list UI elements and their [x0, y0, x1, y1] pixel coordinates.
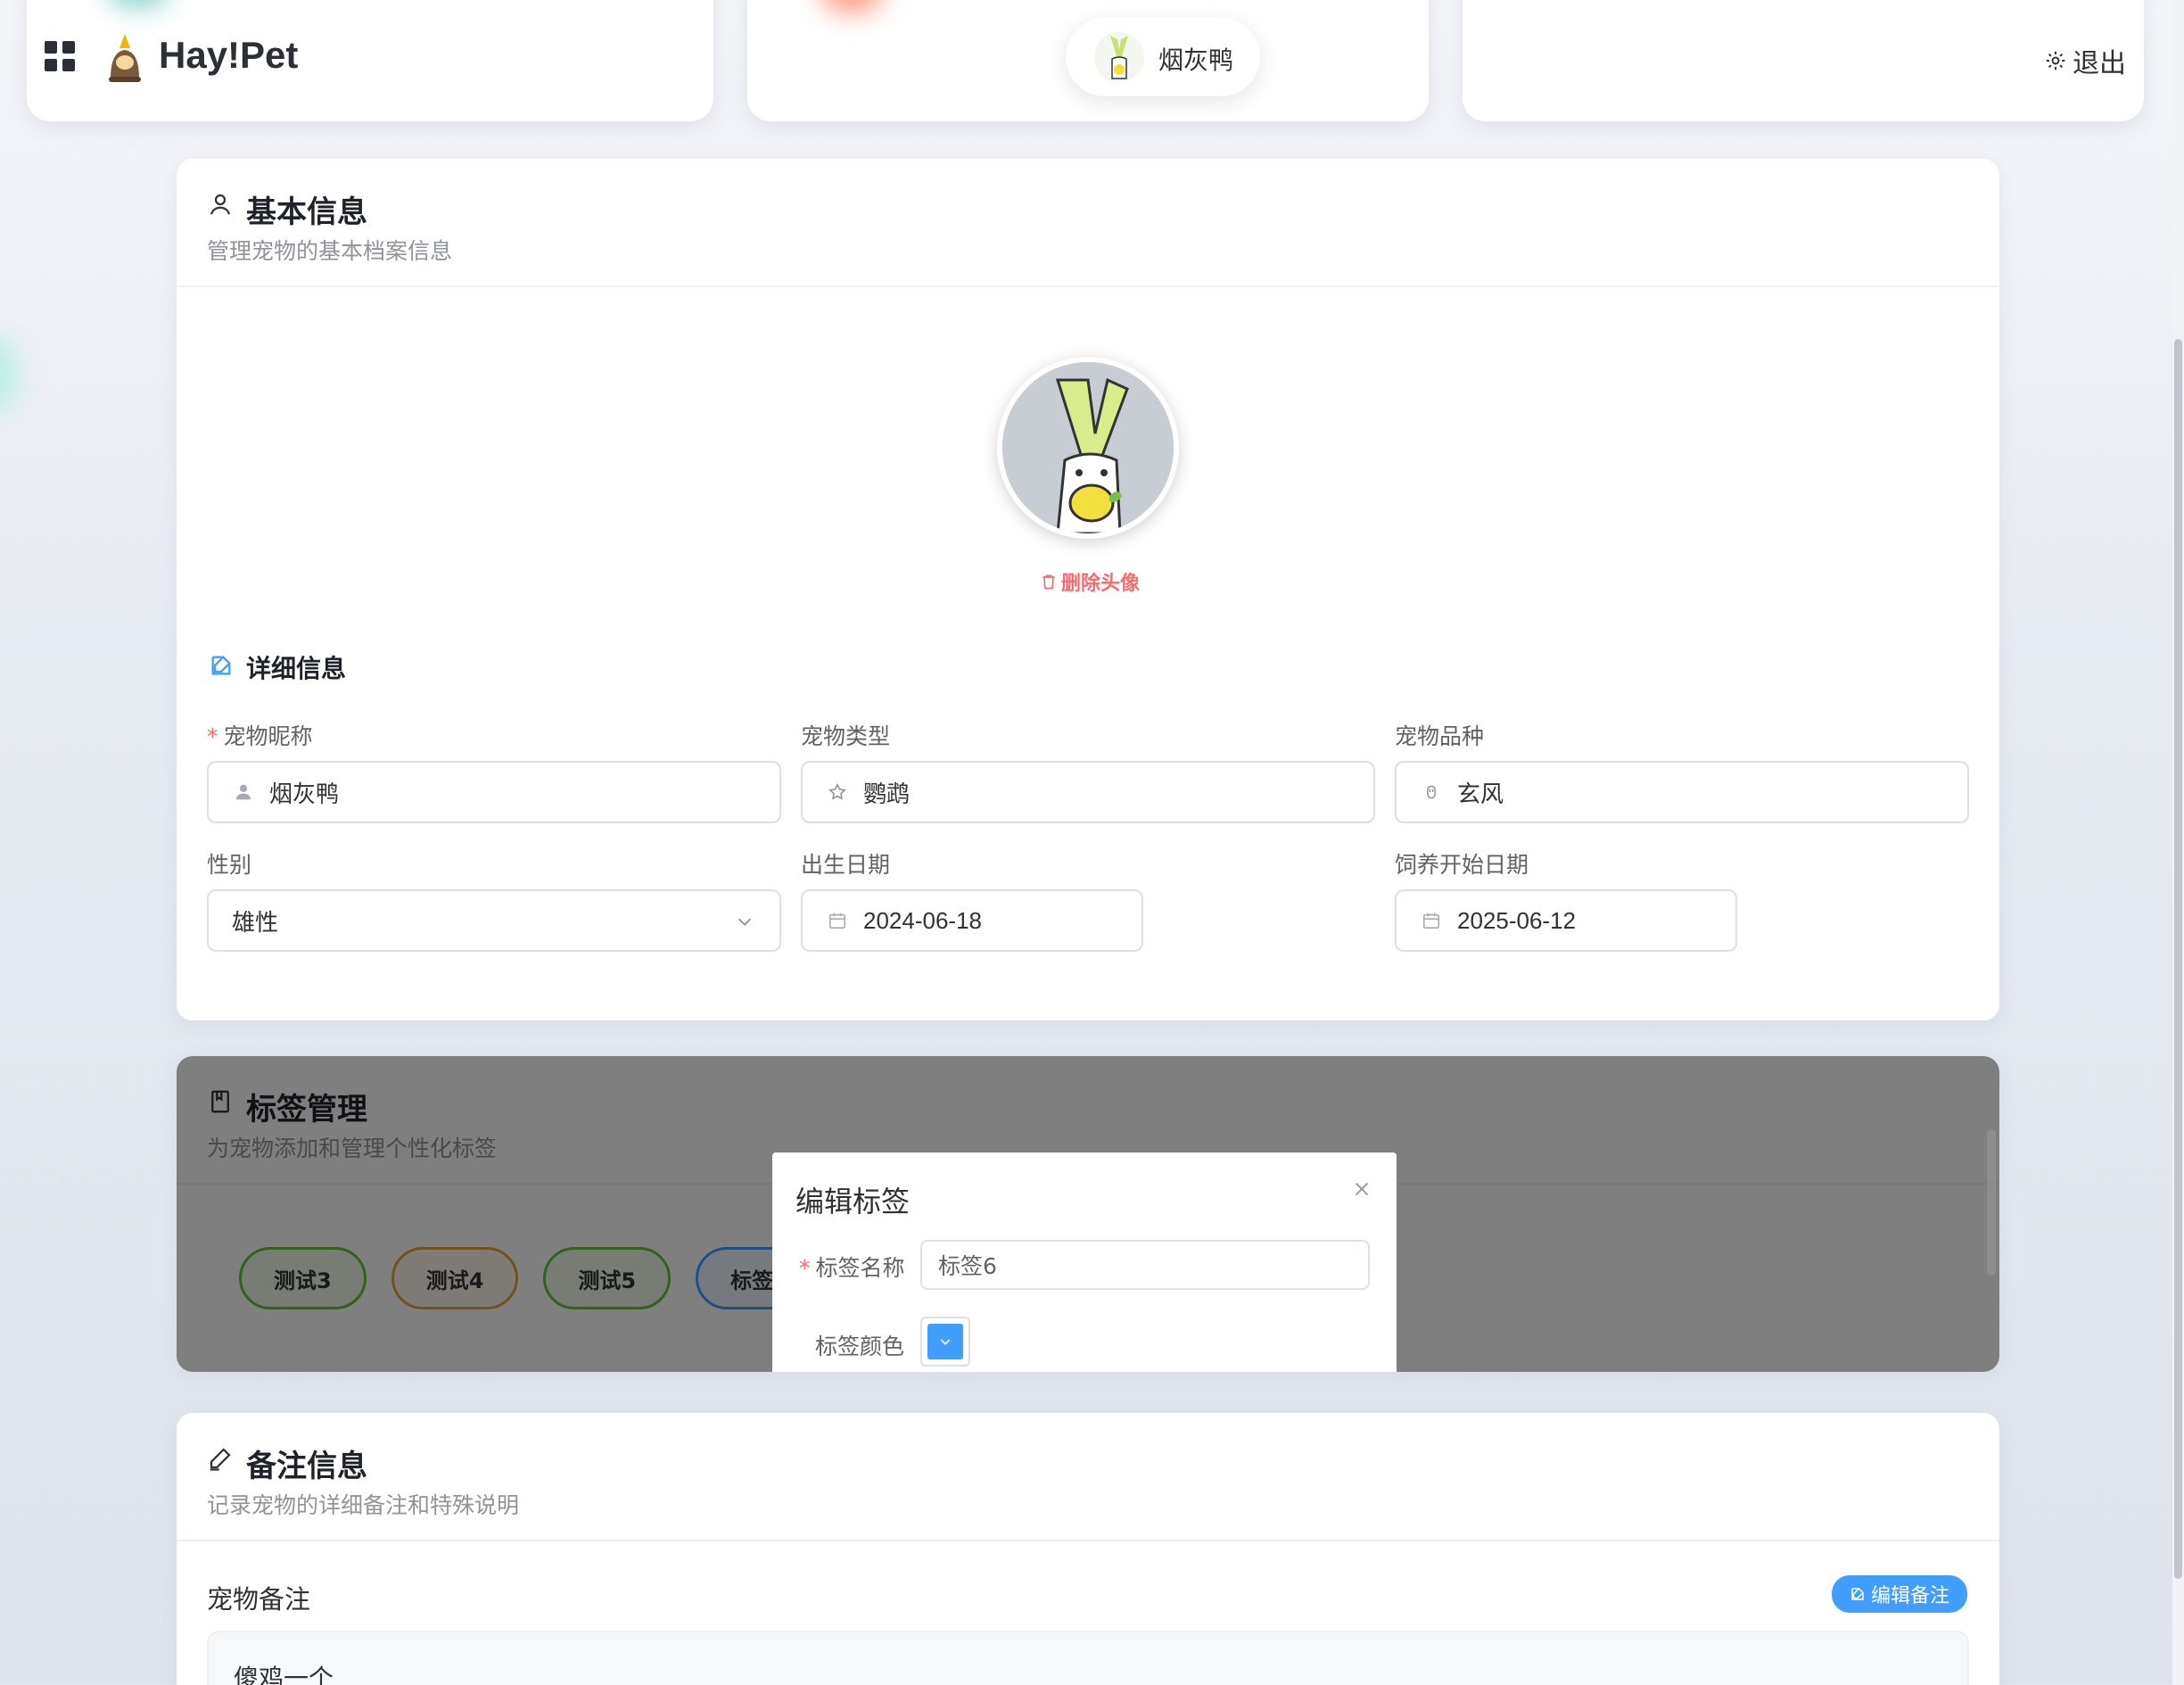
birth-date-picker[interactable]: 2024-06-18 — [801, 889, 1143, 952]
note-content-box — [207, 1631, 1969, 1685]
star-icon — [826, 781, 849, 804]
notes-header: 备注信息 记录宠物的详细备注和特殊说明 — [177, 1413, 1999, 1541]
page-scrollbar[interactable] — [2172, 0, 2184, 1685]
logout-label: 退出 — [2073, 48, 2126, 79]
nickname-label: * 宠物昵称 — [207, 723, 313, 749]
gender-select[interactable]: 雄性 — [207, 889, 781, 952]
delete-avatar-label: 删除头像 — [1061, 573, 1141, 595]
edit-tag-dialog: 编辑标签 * 标签名称 标签6 标签颜色 — [772, 1152, 1397, 1372]
basic-info-header: 基本信息 管理宠物的基本档案信息 — [177, 159, 1999, 287]
note-label: 宠物备注 — [207, 1584, 311, 1615]
edit-note-button[interactable]: 编辑备注 — [1832, 1575, 1967, 1613]
chevron-down-icon — [927, 1324, 963, 1359]
close-icon[interactable] — [1347, 1174, 1377, 1204]
tag-name-label: * 标签名称 — [799, 1255, 905, 1281]
calendar-icon — [826, 909, 849, 932]
tag-color-picker[interactable] — [920, 1317, 970, 1367]
top-bar: Hay!Pet 烟灰鸭 退出 — [0, 0, 2184, 116]
basic-info-subtitle: 管理宠物的基本档案信息 — [207, 238, 453, 264]
birth-label: 出生日期 — [801, 852, 891, 878]
edit-icon — [1851, 1587, 1865, 1600]
tag-name-input[interactable]: 标签6 — [920, 1240, 1370, 1290]
decor-blob — [0, 339, 18, 410]
notes-subtitle: 记录宠物的详细备注和特殊说明 — [207, 1492, 520, 1518]
current-pet-switcher[interactable]: 烟灰鸭 — [1066, 18, 1260, 96]
scroll-thumb[interactable] — [2174, 339, 2182, 1579]
apps-grid-icon[interactable] — [45, 41, 75, 71]
chevron-down-icon — [735, 911, 754, 937]
breed-label: 宠物品种 — [1395, 723, 1485, 749]
basic-info-title: 基本信息 — [246, 194, 367, 230]
calendar-icon — [1420, 909, 1443, 932]
logo-icon — [109, 34, 141, 82]
pen-icon — [210, 1448, 231, 1471]
type-label: 宠物类型 — [801, 723, 891, 749]
pet-avatar-small — [1094, 32, 1144, 82]
trash-icon — [1043, 574, 1055, 590]
note-text: 傻鸡一个 — [234, 1664, 334, 1685]
nickname-input[interactable]: 烟灰鸭 — [207, 761, 781, 823]
inner-scrollbar[interactable] — [1987, 1129, 1996, 1276]
person-icon — [232, 781, 255, 804]
details-title: 详细信息 — [246, 654, 347, 683]
current-pet-name: 烟灰鸭 — [1158, 45, 1234, 75]
notes-title: 备注信息 — [246, 1449, 367, 1484]
edit-icon — [211, 656, 231, 675]
gear-icon — [2046, 51, 2065, 70]
start-date-label: 饲养开始日期 — [1395, 852, 1529, 878]
breed-input[interactable]: 玄风 — [1395, 761, 1969, 823]
user-icon — [210, 194, 231, 215]
type-input[interactable]: 鹦鹉 — [801, 761, 1375, 823]
brand-name[interactable]: Hay!Pet — [159, 34, 298, 77]
gender-label: 性别 — [207, 852, 252, 878]
pet-avatar[interactable] — [997, 357, 1179, 539]
dialog-title: 编辑标签 — [795, 1185, 911, 1218]
logout-button[interactable]: 退出 — [2044, 41, 2126, 80]
basic-info-card: 基本信息 管理宠物的基本档案信息 删除头像 详细信息 * 宠物昵称 烟灰鸭 宠物类… — [177, 159, 1999, 1020]
delete-avatar-button[interactable]: 删除头像 — [1040, 567, 1140, 596]
paw-icon — [1420, 781, 1443, 804]
start-date-picker[interactable]: 2025-06-12 — [1395, 889, 1737, 952]
tag-color-label: 标签颜色 — [815, 1334, 905, 1359]
